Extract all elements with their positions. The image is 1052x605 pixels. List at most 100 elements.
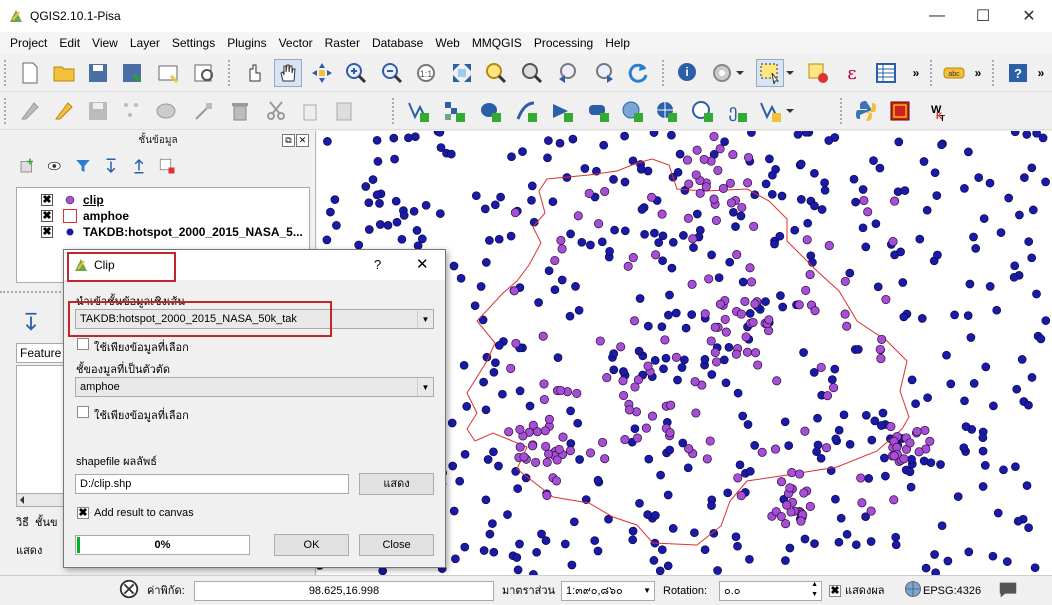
add-result-checkbox[interactable]: ✖ <box>77 507 89 519</box>
zoom-in-icon[interactable] <box>342 59 370 87</box>
collapse-all-icon[interactable] <box>128 155 150 177</box>
tab-layers[interactable]: ชั้นข <box>35 517 58 529</box>
menu-edit[interactable]: Edit <box>53 36 86 50</box>
composer-manager-icon[interactable] <box>190 59 218 87</box>
minimize-button[interactable]: — <box>914 0 960 32</box>
expand-all-icon[interactable] <box>100 155 122 177</box>
add-wcs-layer-icon[interactable] <box>652 97 680 125</box>
clip-selected-only-checkbox[interactable] <box>77 406 89 418</box>
chevron-down-icon[interactable] <box>782 97 798 125</box>
close-panel-button[interactable]: ✕ <box>296 134 309 147</box>
current-edits-icon[interactable] <box>16 97 44 125</box>
add-raster-layer-icon[interactable] <box>440 97 468 125</box>
menu-project[interactable]: Project <box>4 36 53 50</box>
refresh-icon[interactable] <box>624 59 652 87</box>
dialog-close-button[interactable]: ✕ <box>416 255 429 273</box>
cut-features-icon[interactable] <box>262 97 290 125</box>
new-print-composer-icon[interactable] <box>154 59 182 87</box>
toggle-editing-icon[interactable] <box>50 97 78 125</box>
clip-layer-select[interactable]: amphoe ▼ <box>75 377 434 397</box>
help-button[interactable]: ? <box>374 257 381 272</box>
deselect-all-icon[interactable] <box>804 59 832 87</box>
render-checkbox[interactable]: ✖ <box>829 585 841 597</box>
save-project-icon[interactable] <box>84 59 112 87</box>
browse-button[interactable]: แสดง <box>359 473 434 495</box>
copy-features-icon[interactable] <box>296 97 324 125</box>
input-selected-only-checkbox[interactable] <box>77 338 89 350</box>
scale-select[interactable]: 1:๓๙๐,๘๖๐ ▼ <box>561 581 655 601</box>
output-path-input[interactable]: D:/clip.shp <box>75 474 349 494</box>
menu-layer[interactable]: Layer <box>124 36 166 50</box>
toolbar-overflow-icon[interactable]: » <box>906 59 926 87</box>
zoom-actual-size-icon[interactable]: 1:1 <box>412 59 440 87</box>
node-tool-icon[interactable] <box>190 97 218 125</box>
add-postgis-layer-icon[interactable] <box>476 97 504 125</box>
identify-features-icon[interactable]: i <box>674 59 702 87</box>
delete-selected-icon[interactable] <box>226 97 254 125</box>
coordinate-toggle-icon[interactable] <box>118 578 140 600</box>
whats-this-help-icon[interactable]: ? <box>1004 59 1032 87</box>
touch-zoom-icon[interactable] <box>240 59 268 87</box>
maximize-button[interactable]: ☐ <box>960 0 1006 32</box>
chevron-down-icon[interactable] <box>782 59 798 87</box>
paste-features-icon[interactable] <box>330 97 358 125</box>
add-feature-icon[interactable] <box>118 97 146 125</box>
feature-list[interactable] <box>16 365 64 495</box>
horizontal-scrollbar[interactable] <box>16 493 64 507</box>
zoom-next-icon[interactable] <box>590 59 618 87</box>
add-group-icon[interactable] <box>16 155 38 177</box>
menu-raster[interactable]: Raster <box>319 36 366 50</box>
add-oracle-layer-icon[interactable] <box>584 97 612 125</box>
tab-methods[interactable]: วิธี <box>16 517 29 529</box>
layer-visibility-checkbox[interactable]: ✖ <box>41 194 53 206</box>
float-panel-button[interactable]: ⧉ <box>282 134 295 147</box>
menu-mmqgis[interactable]: MMQGIS <box>466 36 528 50</box>
pan-hand-icon[interactable] <box>274 59 302 87</box>
manage-visibility-icon[interactable] <box>44 155 66 177</box>
layer-item-clip[interactable]: ✖ clip <box>17 192 104 208</box>
expand-icon[interactable] <box>20 311 42 333</box>
save-layer-edits-icon[interactable] <box>84 97 112 125</box>
plugin-icon[interactable] <box>886 97 914 125</box>
layer-item-amphoe[interactable]: ✖ amphoe <box>17 208 129 224</box>
zoom-last-icon[interactable] <box>554 59 582 87</box>
toolbar-overflow-icon[interactable]: » <box>968 59 988 87</box>
menu-view[interactable]: View <box>86 36 124 50</box>
close-button[interactable]: Close <box>359 534 434 556</box>
zoom-out-icon[interactable] <box>378 59 406 87</box>
add-wfs-layer-icon[interactable] <box>688 97 716 125</box>
crs-globe-icon[interactable] <box>903 579 923 599</box>
zoom-to-layer-icon[interactable] <box>518 59 546 87</box>
chevron-down-icon[interactable]: ▼ <box>417 310 433 328</box>
remove-layer-icon[interactable] <box>156 155 178 177</box>
label-tool-icon[interactable]: abc <box>940 59 968 87</box>
open-project-icon[interactable] <box>50 59 78 87</box>
feature-field[interactable]: Feature <box>16 343 64 363</box>
crs-label[interactable]: EPSG:4326 <box>923 581 981 601</box>
messages-icon[interactable] <box>997 579 1019 601</box>
rotation-spinbox[interactable]: ๐.๐ ▲ ▼ <box>719 581 822 601</box>
menu-settings[interactable]: Settings <box>166 36 221 50</box>
menu-plugins[interactable]: Plugins <box>221 36 272 50</box>
chevron-down-icon[interactable] <box>732 59 748 87</box>
menu-database[interactable]: Database <box>366 36 429 50</box>
close-window-button[interactable]: ✕ <box>1006 0 1052 32</box>
wkt-plugin-icon[interactable]: WKT <box>920 97 948 125</box>
move-feature-icon[interactable] <box>152 97 180 125</box>
spin-arrows-icon[interactable]: ▲ ▼ <box>811 580 818 600</box>
add-vector-layer-icon[interactable] <box>404 97 432 125</box>
new-project-icon[interactable] <box>16 59 44 87</box>
new-shapefile-icon[interactable] <box>756 97 784 125</box>
save-as-icon[interactable] <box>118 59 146 87</box>
coordinate-field[interactable]: 98.625,16.998 <box>194 581 494 601</box>
python-console-icon[interactable] <box>852 97 880 125</box>
filter-legend-icon[interactable] <box>72 155 94 177</box>
chevron-down-icon[interactable]: ▼ <box>643 582 651 600</box>
pan-to-selection-icon[interactable] <box>308 59 336 87</box>
select-features-icon[interactable] <box>756 59 784 87</box>
add-delimited-text-icon[interactable]: ე <box>722 97 750 125</box>
chevron-down-icon[interactable]: ▼ <box>417 378 433 396</box>
zoom-full-icon[interactable] <box>448 59 476 87</box>
layer-item-hotspot[interactable]: ✖ TAKDB:hotspot_2000_2015_NASA_5... <box>17 224 303 240</box>
toolbar-overflow-icon[interactable]: » <box>1032 59 1050 87</box>
